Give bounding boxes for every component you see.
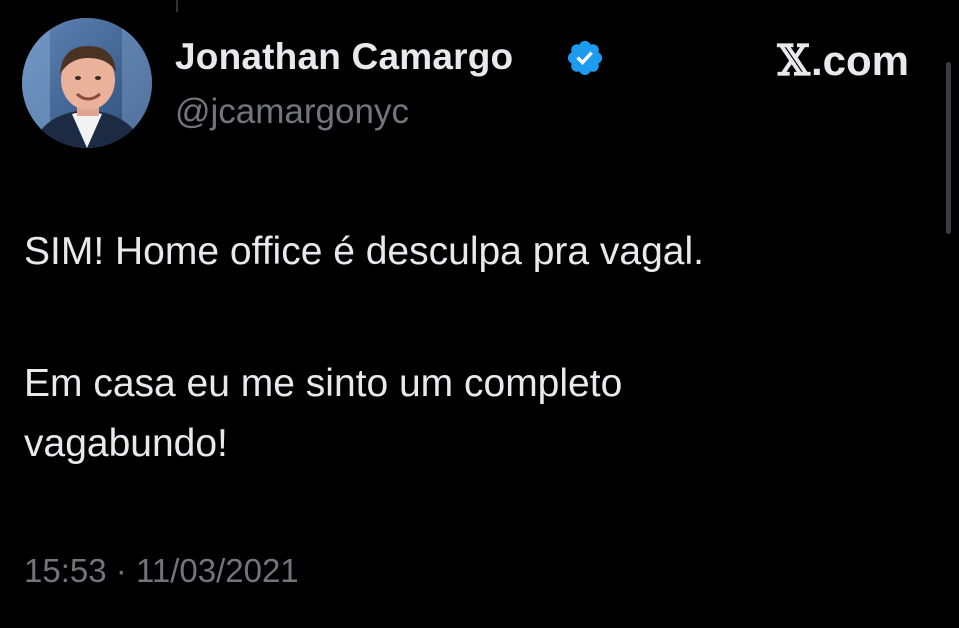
- tweet-text-line: SIM! Home office é desculpa pra vagal.: [24, 230, 704, 273]
- tweet-timestamp[interactable]: 15:53 · 11/03/2021: [24, 552, 299, 590]
- avatar-photo: [22, 18, 152, 148]
- x-logo-icon: 𝕏: [777, 36, 810, 85]
- timestamp-date: 11/03/2021: [135, 552, 299, 589]
- divider-tick: [176, 0, 178, 12]
- author-name[interactable]: Jonathan Camargo: [175, 36, 513, 78]
- verified-badge-icon: [567, 40, 603, 76]
- tweet-text-line: vagabundo!: [24, 422, 228, 465]
- tweet-text-line: Em casa eu me sinto um completo: [24, 362, 623, 405]
- brand-logo: 𝕏 .com: [777, 36, 909, 85]
- brand-label: .com: [810, 37, 909, 84]
- author-handle[interactable]: @jcamargonyc: [175, 92, 409, 132]
- avatar[interactable]: [22, 18, 152, 148]
- scrollbar[interactable]: [946, 62, 951, 234]
- timestamp-time: 15:53: [24, 552, 107, 589]
- timestamp-separator: ·: [115, 552, 127, 589]
